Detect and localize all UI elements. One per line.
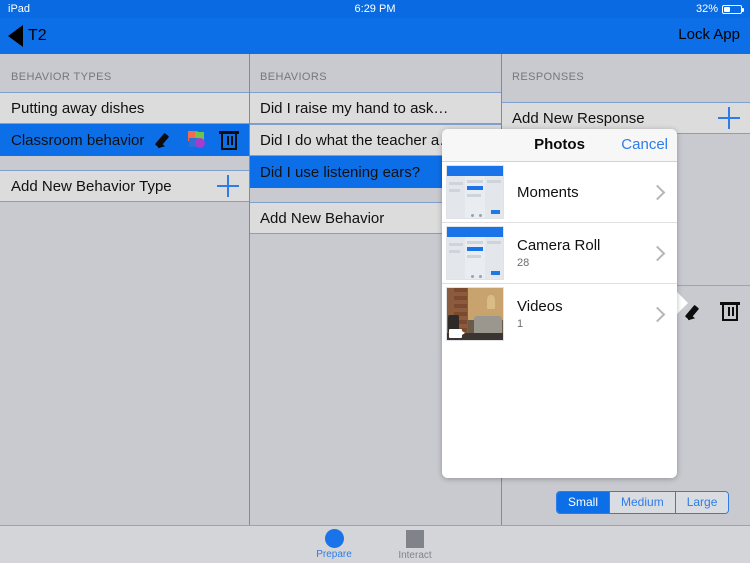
popover-arrow xyxy=(676,291,688,315)
photo-album-list: Moments Camera Roll 28 Videos 1 xyxy=(442,162,677,478)
interact-square-icon xyxy=(406,530,424,548)
tab-interact[interactable]: Interact xyxy=(380,528,450,561)
response-size-segmented-control[interactable]: Small Medium Large xyxy=(556,491,730,514)
segment-small[interactable]: Small xyxy=(557,492,611,513)
status-bar: iPad 6:29 PM 32% xyxy=(0,0,750,18)
album-row-videos[interactable]: Videos 1 xyxy=(442,284,677,344)
tab-bar: Prepare Interact xyxy=(0,525,750,563)
behavior-type-label: Putting away dishes xyxy=(11,99,145,117)
lock-app-button[interactable]: Lock App xyxy=(678,26,740,43)
responses-header: RESPONSES xyxy=(512,71,585,83)
status-clock: 6:29 PM xyxy=(354,3,396,15)
album-text: Moments xyxy=(504,184,652,201)
album-thumbnail xyxy=(446,165,504,219)
behavior-label: Did I raise my hand to ask… xyxy=(260,99,449,117)
back-button-label: T2 xyxy=(28,27,47,44)
album-row-camera-roll[interactable]: Camera Roll 28 xyxy=(442,223,677,284)
album-thumbnail xyxy=(446,287,504,341)
behavior-type-label: Classroom behavior xyxy=(11,131,145,149)
battery-icon xyxy=(722,4,744,14)
add-new-response-label: Add New Response xyxy=(512,109,645,127)
tab-prepare-label: Prepare xyxy=(316,549,352,560)
album-count: 28 xyxy=(517,257,530,269)
behavior-type-actions xyxy=(154,130,239,151)
behavior-types-header: BEHAVIOR TYPES xyxy=(11,71,112,83)
album-name: Moments xyxy=(517,183,579,201)
chevron-right-icon xyxy=(649,245,666,261)
edit-pencil-icon[interactable] xyxy=(154,130,175,151)
video-badge-icon xyxy=(449,329,465,338)
photos-color-icon[interactable] xyxy=(188,131,206,149)
album-text: Camera Roll 28 xyxy=(504,237,652,269)
album-thumbnail xyxy=(446,226,504,280)
behavior-types-gap xyxy=(0,156,249,170)
album-name: Camera Roll xyxy=(517,237,601,254)
prepare-circle-icon xyxy=(324,529,344,548)
back-button[interactable]: T2 xyxy=(8,22,47,50)
battery-percent-label: 32% xyxy=(695,3,718,15)
delete-trash-icon[interactable] xyxy=(219,130,239,151)
delete-trash-icon[interactable] xyxy=(720,301,740,322)
tab-interact-label: Interact xyxy=(398,550,432,561)
tab-prepare[interactable]: Prepare xyxy=(299,528,369,560)
ipad-app-screen: iPad 6:29 PM 32% T2 Lock App BEHAVIOR TY… xyxy=(0,0,750,563)
behaviors-header: BEHAVIORS xyxy=(260,71,327,83)
segment-large[interactable]: Large xyxy=(675,492,729,513)
behavior-type-row-1-selected[interactable]: Classroom behavior xyxy=(0,124,249,156)
edit-pencil-icon[interactable] xyxy=(684,302,705,323)
column-divider-1 xyxy=(249,54,250,525)
behavior-type-row-0[interactable]: Putting away dishes xyxy=(0,92,249,124)
back-arrow-icon xyxy=(8,25,23,47)
status-battery-area: 32% xyxy=(695,0,744,18)
album-name: Videos xyxy=(517,298,563,315)
photos-popover: Photos Cancel Moments Camera Roll 28 Vid… xyxy=(442,129,677,478)
album-count: 1 xyxy=(517,318,524,330)
popover-cancel-button[interactable]: Cancel xyxy=(621,129,668,161)
chevron-right-icon xyxy=(649,306,666,322)
album-row-moments[interactable]: Moments xyxy=(442,162,677,223)
response-actions xyxy=(684,301,740,323)
segment-medium[interactable]: Medium xyxy=(610,492,676,513)
behavior-types-column: BEHAVIOR TYPES Putting away dishes Class… xyxy=(0,54,249,525)
navigation-bar: T2 Lock App xyxy=(0,18,750,54)
add-new-behavior-type-row[interactable]: Add New Behavior Type xyxy=(0,170,249,202)
plus-icon[interactable] xyxy=(217,175,239,197)
popover-header: Photos Cancel xyxy=(442,129,677,162)
chevron-right-icon xyxy=(649,184,666,200)
add-new-behavior-type-label: Add New Behavior Type xyxy=(11,177,172,195)
behavior-row-0[interactable]: Did I raise my hand to ask… xyxy=(249,92,501,124)
plus-icon[interactable] xyxy=(718,107,740,129)
album-text: Videos 1 xyxy=(504,298,652,330)
